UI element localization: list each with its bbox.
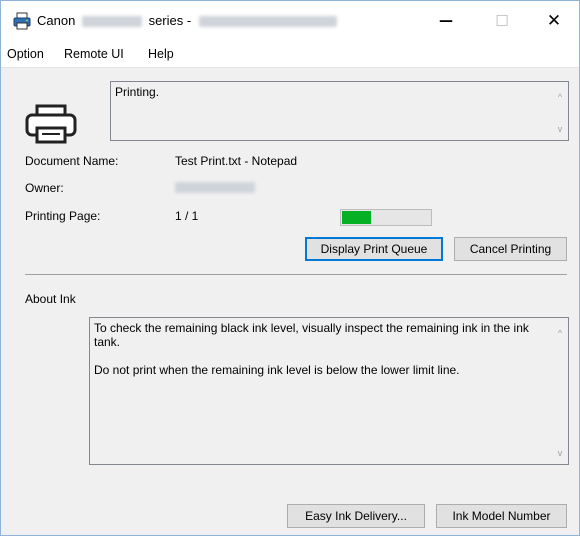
document-name-label: Document Name: — [25, 154, 119, 168]
ink-scroll-down-arrow-icon[interactable]: v — [555, 448, 565, 458]
printer-app-icon — [13, 12, 31, 30]
menu-bar: Option Remote UI Help — [1, 41, 579, 68]
ink-model-number-label: Ink Model Number — [452, 509, 551, 523]
ink-model-number-button[interactable]: Ink Model Number — [436, 504, 567, 528]
menu-remote-ui[interactable]: Remote UI — [64, 47, 124, 61]
about-ink-heading: About Ink — [25, 292, 76, 306]
redacted-owner-value — [175, 182, 255, 193]
about-ink-text: To check the remaining black ink level, … — [94, 321, 544, 391]
maximize-icon: ☐ — [495, 12, 509, 30]
about-ink-line-2: Do not print when the remaining ink leve… — [94, 363, 460, 377]
redacted-model — [81, 16, 142, 28]
document-name-value: Test Print.txt - Notepad — [175, 154, 298, 168]
menu-help[interactable]: Help — [148, 47, 174, 61]
printing-page-value: 1 / 1 — [175, 209, 199, 223]
maximize-button[interactable]: ☐ — [479, 1, 525, 41]
title-suffix: series - — [148, 13, 192, 28]
print-progress-bar — [340, 209, 432, 226]
printer-status-window: Canon series - — ☐ ✕ Option Remote UI He… — [0, 0, 580, 536]
easy-ink-delivery-label: Easy Ink Delivery... — [305, 509, 407, 523]
printer-icon — [25, 104, 77, 144]
scroll-up-arrow-icon[interactable]: ^ — [555, 92, 565, 102]
cancel-printing-label: Cancel Printing — [469, 242, 552, 256]
print-progress-fill — [342, 211, 371, 224]
about-ink-line-1: To check the remaining black ink level, … — [94, 321, 529, 349]
owner-label: Owner: — [25, 181, 64, 195]
title-prefix: Canon — [37, 13, 76, 28]
ink-scroll-up-arrow-icon[interactable]: ^ — [555, 328, 565, 338]
close-button[interactable]: ✕ — [531, 1, 577, 41]
display-print-queue-button[interactable]: Display Print Queue — [305, 237, 443, 261]
title-bar[interactable]: Canon series - — ☐ ✕ — [1, 1, 579, 41]
close-icon: ✕ — [546, 11, 562, 31]
easy-ink-delivery-button[interactable]: Easy Ink Delivery... — [287, 504, 425, 528]
printing-page-label: Printing Page: — [25, 209, 101, 223]
status-message-box: Printing. ^ v — [110, 81, 569, 141]
minimize-icon: — — [439, 13, 453, 29]
window-title: Canon series - — [37, 13, 337, 28]
redacted-host — [198, 16, 337, 28]
status-message: Printing. — [115, 85, 160, 99]
cancel-printing-button[interactable]: Cancel Printing — [454, 237, 567, 261]
display-print-queue-label: Display Print Queue — [320, 242, 428, 256]
minimize-button[interactable]: — — [423, 1, 469, 41]
about-ink-box: To check the remaining black ink level, … — [89, 317, 569, 465]
scroll-down-arrow-icon[interactable]: v — [555, 124, 565, 134]
menu-option[interactable]: Option — [7, 47, 44, 61]
section-divider — [25, 274, 567, 275]
